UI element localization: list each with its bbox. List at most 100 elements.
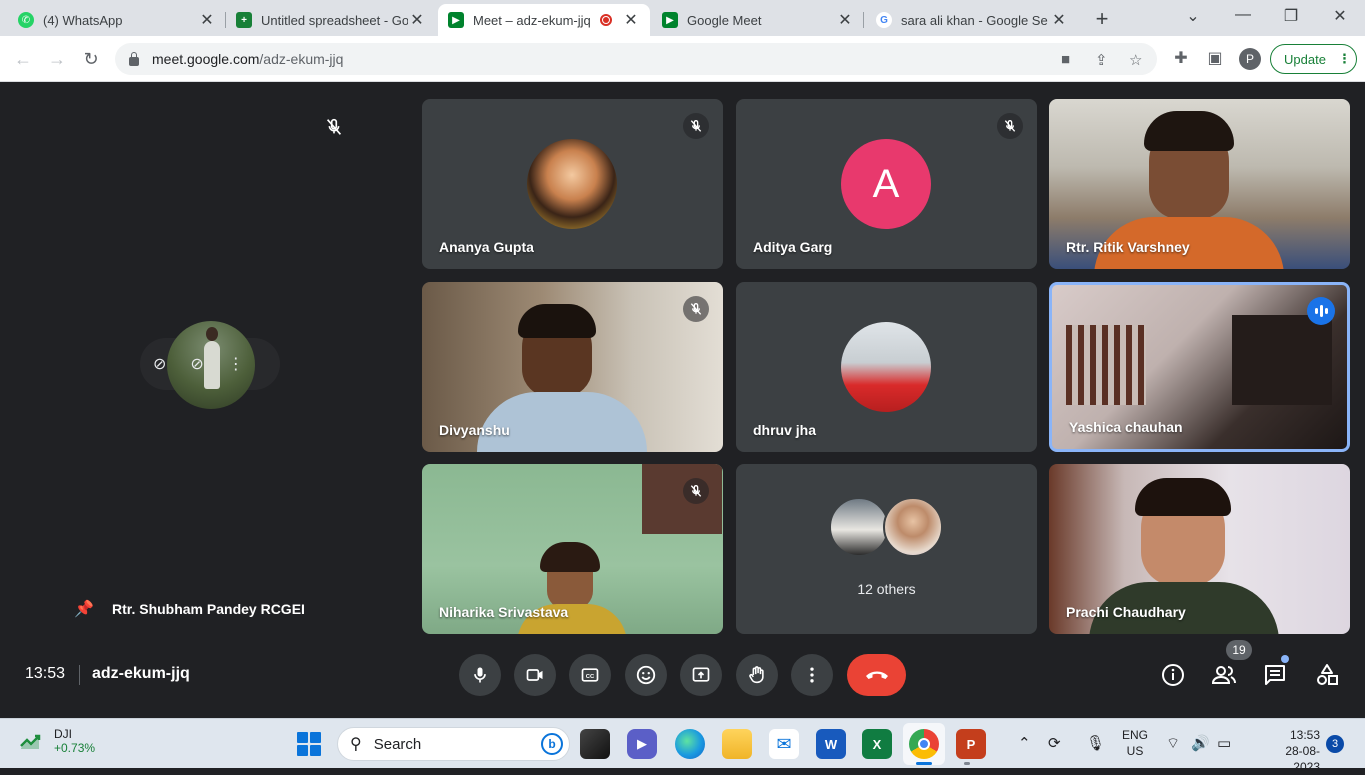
address-bar: ← → ↻ meet.google.com/adz-ekum-jjq ■ ⇪ ☆… [0,36,1365,82]
tab-spreadsheet[interactable]: + Untitled spreadsheet - Go ✕ [226,4,436,36]
mic-off-icon [683,478,709,504]
restore-button[interactable]: ❐ [1276,6,1306,26]
close-icon[interactable]: ✕ [408,10,426,30]
url-field[interactable]: meet.google.com/adz-ekum-jjq ■ ⇪ ☆ [115,43,1157,75]
video-background [642,464,722,534]
close-icon[interactable]: ✕ [1050,10,1068,30]
participant-name: Ananya Gupta [439,239,534,255]
close-window-button[interactable]: ✕ [1325,6,1355,26]
chat-button[interactable] [1260,660,1290,690]
participant-name: dhruv jha [753,422,817,438]
excel-icon[interactable]: X [862,729,892,759]
taskbar-search[interactable]: ⚲ Search b [337,727,570,761]
close-icon[interactable]: ✕ [836,10,854,30]
participant-video-tile[interactable]: Rtr. Ritik Varshney [1049,99,1350,269]
share-icon[interactable]: ⇪ [1095,51,1108,69]
more-options-button[interactable] [791,654,833,696]
captions-button[interactable]: CC [569,654,611,696]
tab-google-meet[interactable]: ▶ Google Meet ✕ [652,4,864,36]
activities-button[interactable] [1312,660,1342,690]
video-background [1066,325,1146,405]
minimize-button[interactable]: — [1228,6,1258,24]
volume-icon[interactable]: 🔊 [1191,734,1210,752]
tab-meet-active[interactable]: ▶ Meet – adz-ekum-jjq ✕ [438,4,650,36]
present-screen-button[interactable] [680,654,722,696]
chrome-icon[interactable] [909,729,939,759]
sync-icon[interactable]: ⟳ [1048,734,1061,752]
recording-indicator-icon [600,14,612,26]
more-options-icon[interactable]: ⋮ [228,354,244,374]
back-button[interactable]: ← [10,46,36,72]
people-button[interactable] [1209,660,1239,690]
start-button[interactable] [297,732,321,756]
microphone-button[interactable] [459,654,501,696]
raise-hand-button[interactable] [736,654,778,696]
tab-search-icon[interactable]: ⌄ [1178,6,1208,26]
bookmark-star-icon[interactable]: ☆ [1129,51,1142,69]
more-menu-icon: ⋮ [1337,51,1351,66]
windows-logo-icon [310,745,321,756]
others-tile[interactable]: 12 others [736,464,1037,634]
unpin-icon[interactable]: ⊘ [153,354,166,374]
participant-video-tile-speaking[interactable]: Yashica chauhan [1049,282,1350,452]
input-language[interactable]: ENG US [1122,727,1148,759]
leave-call-button[interactable] [847,654,906,696]
meet-icon: ▶ [662,12,678,28]
edge-icon[interactable] [675,729,705,759]
tab-label: (4) WhatsApp [43,12,123,28]
participant-name: Prachi Chaudhary [1066,604,1186,620]
participant-tile[interactable]: dhruv jha [736,282,1037,452]
bing-icon[interactable]: b [541,733,563,755]
participant-tile[interactable]: A Aditya Garg [736,99,1037,269]
windows-logo-icon [297,745,308,756]
meet-icon: ▶ [448,12,464,28]
participant-video-tile[interactable]: Prachi Chaudhary [1049,464,1350,634]
reactions-button[interactable] [625,654,667,696]
tab-label: Meet – adz-ekum-jjq [473,12,591,28]
file-explorer-icon[interactable] [722,729,752,759]
side-panel-icon[interactable]: ▣ [1205,48,1225,68]
camera-in-use-icon[interactable]: ■ [1061,51,1070,68]
mute-participant-icon[interactable]: ⊘ [190,354,203,374]
stock-widget[interactable]: DJI +0.73% [20,727,95,755]
participant-name: Yashica chauhan [1069,419,1183,435]
activities-icon [1317,664,1338,685]
battery-icon[interactable]: ▭ [1217,734,1231,752]
word-icon[interactable]: W [816,729,846,759]
meeting-clock: 13:53 [25,665,66,682]
participant-name: Divyanshu [439,422,510,438]
participant-name: Rtr. Shubham Pandey RCGEI [112,601,305,617]
notification-count-badge[interactable]: 3 [1326,735,1344,753]
forward-button[interactable]: → [44,46,70,72]
wifi-icon[interactable]: ⌔ [1166,734,1180,753]
powerpoint-icon[interactable]: P [956,729,986,759]
mail-icon[interactable]: ✉ [769,729,799,759]
browser-tab-strip: ✆ (4) WhatsApp ✕ + Untitled spreadsheet … [0,0,1365,36]
lock-icon [129,51,139,66]
new-tab-button[interactable]: + [1090,6,1114,32]
camera-button[interactable] [514,654,556,696]
teams-chat-icon[interactable]: ▶ [627,729,657,759]
microphone-in-use-icon[interactable]: 🎙 [1086,734,1105,752]
svg-text:CC: CC [586,674,595,680]
extensions-icon[interactable]: ✚ [1171,48,1191,68]
participant-video-tile[interactable]: Divyanshu [422,282,723,452]
task-view-icon[interactable] [580,729,610,759]
meeting-details-button[interactable] [1158,660,1188,690]
reload-button[interactable]: ↻ [78,46,104,72]
participant-tile[interactable]: Ananya Gupta [422,99,723,269]
microphone-icon [474,667,486,683]
widget-value: +0.73% [54,741,96,755]
tab-whatsapp[interactable]: ✆ (4) WhatsApp ✕ [8,4,226,36]
stock-trend-icon [20,734,41,749]
show-hidden-icons-icon[interactable]: ⌃ [1018,734,1031,752]
close-icon[interactable]: ✕ [622,10,640,30]
raise-hand-icon [749,666,764,684]
pin-icon: 📌 [74,601,94,618]
participant-video-tile[interactable]: Niharika Srivastava [422,464,723,634]
close-icon[interactable]: ✕ [198,10,216,30]
profile-avatar[interactable]: P [1239,48,1261,70]
update-button[interactable]: Update ⋮ [1270,44,1357,74]
tab-google-search[interactable]: G sara ali khan - Google Se ✕ [866,4,1078,36]
participant-name: Aditya Garg [753,239,833,255]
